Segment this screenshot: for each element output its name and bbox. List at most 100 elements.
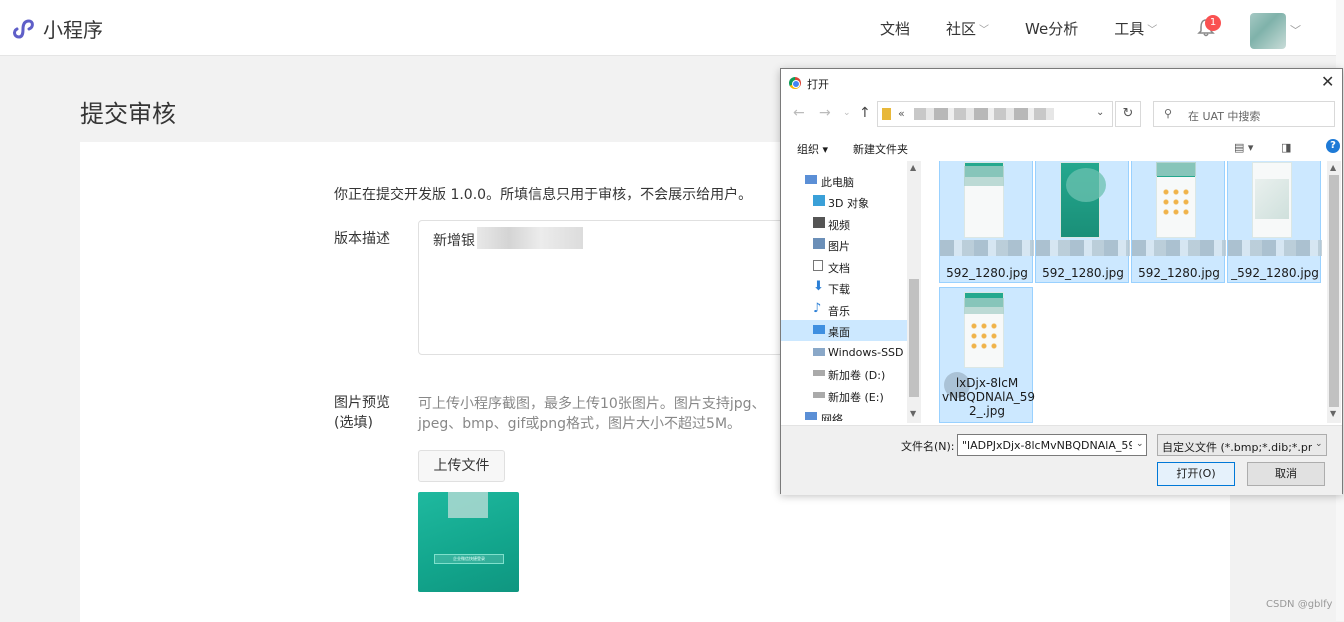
nav-pane-scrollbar[interactable]: ▲ ▼ [907,161,921,423]
file-open-dialog: 打开 ✕ ← → ⌄ ↑ « ⌄ ↻ ⚲ 在 UAT 中搜索 组织 ▾ 新建文件… [780,68,1343,495]
filename-value: "lADPJxDjx-8lcMvNBQDNAlA_59 [962,439,1132,452]
nav-item-label: 音乐 [828,305,850,318]
submit-notice: 你正在提交开发版 1.0.0。所填信息只用于审核，不会展示给用户。 [334,187,753,203]
nav-tools[interactable]: 工具 ﹀ [1114,18,1157,39]
new-folder-button[interactable]: 新建文件夹 [853,141,908,157]
dialog-title: 打开 [807,78,829,91]
nav-item-label: Windows-SSD ( [828,346,907,359]
chevron-down-icon[interactable]: ⌄ [1136,439,1144,449]
drive-icon [813,392,825,398]
nav-tools-label: 工具 [1114,20,1145,38]
preview-hint: 可上传小程序截图，最多上传10张图片。图片支持jpg、jpeg、bmp、gif或… [418,396,766,432]
scroll-down-icon[interactable]: ▼ [910,409,916,418]
folder-icon [882,108,891,120]
organize-menu[interactable]: 组织 ▾ [797,141,828,157]
recent-dropdown-icon[interactable]: ⌄ [843,108,851,118]
search-input[interactable]: ⚲ 在 UAT 中搜索 [1153,101,1335,127]
redacted-image-area [1156,162,1196,176]
document-icon [813,260,823,271]
file-item[interactable]: 592_1280.jpg [939,161,1034,283]
chevron-down-icon: ﹀ [1147,25,1158,36]
nav-item-this-pc[interactable]: 此电脑 [781,170,907,191]
nav-we-analytics-label: We分析 [1025,20,1079,38]
open-button[interactable]: 打开(O) [1157,462,1235,486]
nav-item-3d-objects[interactable]: 3D 对象 [781,191,907,212]
nav-item-drive-e[interactable]: 新加卷 (E:) [781,385,907,406]
nav-community-label: 社区 [946,20,977,38]
file-item[interactable]: _592_1280.jpg [1227,161,1322,283]
view-options-icon[interactable]: ▤ ▾ [1234,141,1253,154]
nav-item-videos[interactable]: 视频 [781,213,907,234]
file-item[interactable]: lxDjx-8lcM vNBQDNAlA_59 2_.jpg [939,287,1035,423]
address-bar[interactable]: « ⌄ [877,101,1113,127]
file-list: 592_1280.jpg 592_1280.jpg 592_1280.jpg _… [937,161,1327,423]
main-nav: 文档 社区 ﹀ We分析 工具 ﹀ [880,18,1193,39]
miniprogram-logo-icon [13,18,34,38]
filename-input[interactable]: "lADPJxDjx-8lcMvNBQDNAlA_59 ⌄ [957,434,1147,456]
desktop-icon [813,325,825,334]
redacted-image-area [964,298,1004,314]
nav-item-music[interactable]: ♪ 音乐 [781,299,907,320]
scroll-thumb[interactable] [1329,175,1339,407]
back-arrow-icon[interactable]: ← [793,105,805,121]
nav-item-documents[interactable]: 文档 [781,256,907,277]
drive-icon [813,370,825,376]
nav-we-analytics[interactable]: We分析 [1025,18,1078,39]
nav-item-label: 下载 [828,283,850,296]
notification-badge: 1 [1205,15,1221,31]
filetype-value: 自定义文件 (*.bmp;*.dib;*.png [1162,441,1312,454]
file-name: 592_1280.jpg [946,266,1028,280]
nav-item-downloads[interactable]: ⬇ 下载 [781,277,907,298]
redacted-text [477,227,583,249]
nav-community[interactable]: 社区 ﹀ [946,18,989,39]
logo[interactable]: 小程序 [10,14,103,43]
address-row: ← → ⌄ ↑ « ⌄ ↻ ⚲ 在 UAT 中搜索 [781,99,1342,129]
file-item[interactable]: 592_1280.jpg [1035,161,1130,283]
help-icon[interactable]: ? [1326,139,1340,153]
scroll-down-icon[interactable]: ▼ [1330,409,1336,418]
dialog-titlebar[interactable]: 打开 ✕ [781,69,1342,97]
nav-item-network[interactable]: 网络 [781,407,907,421]
nav-item-label: 图片 [828,240,850,253]
file-item[interactable]: 592_1280.jpg [1131,161,1226,283]
up-arrow-icon[interactable]: ↑ [859,105,871,121]
filetype-select[interactable]: 自定义文件 (*.bmp;*.dib;*.png ⌄ [1157,434,1327,456]
chevron-down-icon[interactable]: ⌄ [1315,439,1323,449]
cancel-button[interactable]: 取消 [1247,462,1325,486]
computer-icon [805,175,817,184]
close-icon[interactable]: ✕ [1321,72,1334,91]
cube-icon [813,195,825,206]
avatar[interactable] [1250,13,1286,49]
nav-item-label: 此电脑 [821,176,854,189]
file-list-scrollbar[interactable]: ▲ ▼ [1327,161,1341,423]
redacted-filename [1036,240,1130,256]
preview-pane-icon[interactable]: ◨ [1281,141,1291,154]
nav-item-windows-ssd[interactable]: Windows-SSD ( [781,342,907,363]
search-icon: ⚲ [1164,107,1173,120]
scroll-up-icon[interactable]: ▲ [1330,163,1336,172]
redacted-filename [940,240,1034,256]
chevron-down-icon[interactable]: ﹀ [1290,22,1301,38]
address-prefix: « [898,107,905,120]
scroll-thumb[interactable] [909,279,919,397]
top-navbar: 小程序 文档 社区 ﹀ We分析 工具 ﹀ 1 ﹀ [0,0,1344,56]
nav-docs-label: 文档 [880,20,911,38]
refresh-button[interactable]: ↻ [1115,101,1141,127]
nav-item-drive-d[interactable]: 新加卷 (D:) [781,363,907,384]
preview-label: 图片预览 (选填) [334,393,390,433]
dialog-toolbar: 组织 ▾ 新建文件夹 ▤ ▾ ◨ ? [781,135,1342,159]
upload-file-button[interactable]: 上传文件 [418,450,505,482]
nav-item-desktop[interactable]: 桌面 [781,320,907,341]
nav-item-label: 新加卷 (E:) [828,391,884,404]
uploaded-image-preview[interactable]: 企业微信快捷登录 [418,492,519,592]
nav-item-pictures[interactable]: 图片 [781,234,907,255]
redacted-filename [1228,240,1322,256]
watermark: CSDN @gblfy [1266,599,1333,610]
redacted-image-area [448,492,488,518]
nav-docs[interactable]: 文档 [880,18,910,39]
chevron-down-icon[interactable]: ⌄ [1096,107,1104,118]
forward-arrow-icon[interactable]: → [819,105,831,121]
filename-label: 文件名(N): [901,440,955,453]
scroll-up-icon[interactable]: ▲ [910,163,916,172]
description-textarea[interactable]: 新增银 [418,220,798,355]
